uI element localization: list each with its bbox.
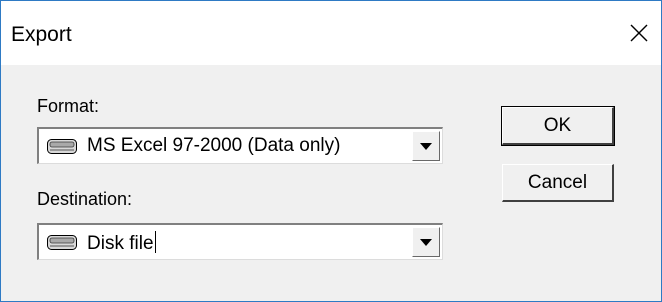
close-icon bbox=[630, 24, 648, 42]
format-select[interactable]: MS Excel 97-2000 (Data only) bbox=[37, 127, 443, 164]
destination-label: Destination: bbox=[37, 189, 133, 209]
format-dropdown-button[interactable] bbox=[412, 131, 440, 161]
dialog-title: Export bbox=[11, 23, 72, 46]
chevron-down-icon bbox=[420, 142, 432, 150]
ok-button[interactable]: OK bbox=[501, 106, 615, 146]
drive-icon bbox=[47, 139, 77, 154]
destination-value: Disk file bbox=[87, 231, 156, 255]
destination-value-text: Disk file bbox=[87, 233, 154, 254]
text-caret bbox=[154, 231, 156, 253]
destination-dropdown-button[interactable] bbox=[412, 227, 440, 257]
export-dialog: Export Format: MS Excel 97-2000 (Data on… bbox=[0, 0, 662, 302]
cancel-button[interactable]: Cancel bbox=[502, 164, 614, 202]
format-value: MS Excel 97-2000 (Data only) bbox=[87, 135, 341, 156]
drive-icon bbox=[47, 235, 77, 250]
format-label: Format: bbox=[37, 96, 100, 116]
destination-select[interactable]: Disk file bbox=[37, 223, 443, 260]
close-button[interactable] bbox=[617, 11, 661, 55]
title-bar: Export bbox=[1, 1, 661, 65]
chevron-down-icon bbox=[420, 238, 432, 246]
